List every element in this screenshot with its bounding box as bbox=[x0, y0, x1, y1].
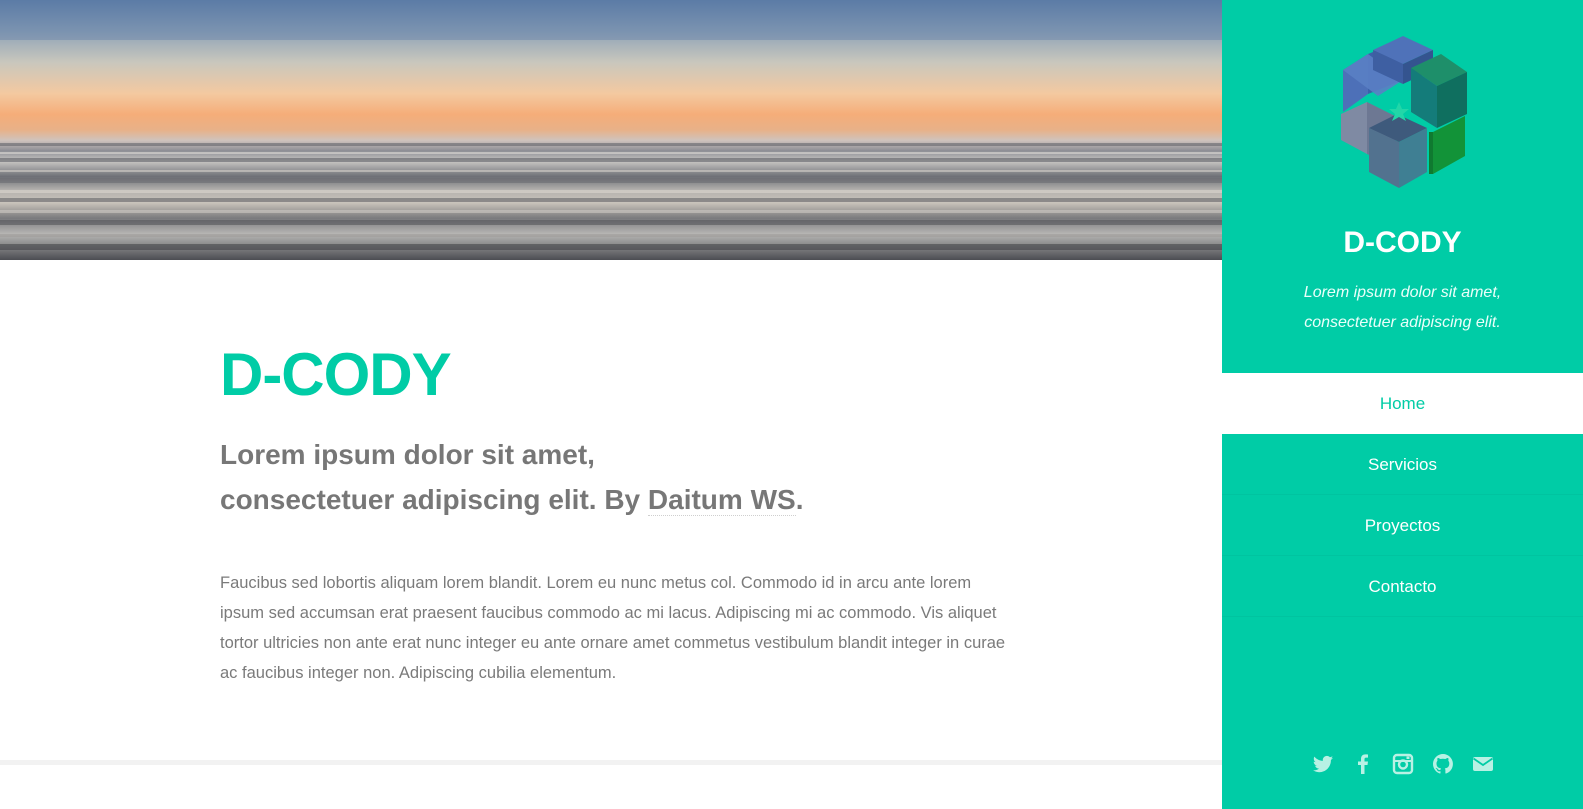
intro-paragraph: Faucibus sed lobortis aliquam lorem blan… bbox=[220, 574, 1006, 682]
nav-item-servicios[interactable]: Servicios bbox=[1222, 434, 1583, 495]
sidebar: D-CODY Lorem ipsum dolor sit amet, conse… bbox=[1222, 0, 1583, 809]
github-icon[interactable] bbox=[1431, 752, 1455, 776]
sidebar-description-line-2: consectetuer adipiscing elit. bbox=[1304, 314, 1501, 331]
hero-seascape-graphic bbox=[0, 0, 1222, 250]
hero-banner-image bbox=[0, 0, 1222, 260]
page-title: D-CODY bbox=[220, 341, 452, 408]
cube-hexagon-logo bbox=[1341, 36, 1467, 188]
sidebar-description: Lorem ipsum dolor sit amet, consectetuer… bbox=[1222, 278, 1583, 338]
envelope-icon[interactable] bbox=[1471, 752, 1495, 776]
instagram-icon[interactable] bbox=[1391, 752, 1415, 776]
tagline-suffix: . bbox=[795, 484, 804, 515]
sidebar-description-line-1: Lorem ipsum dolor sit amet, bbox=[1303, 284, 1502, 301]
nav-item-contacto[interactable]: Contacto bbox=[1222, 556, 1583, 617]
nav-item-home[interactable]: Home bbox=[1222, 373, 1583, 434]
main-content: D-CODY Lorem ipsum dolor sit amet, conse… bbox=[0, 260, 1222, 809]
page: D-CODY Lorem ipsum dolor sit amet, conse… bbox=[0, 0, 1583, 809]
section-divider bbox=[0, 760, 1222, 765]
sidebar-nav: Home Servicios Proyectos Contacto bbox=[1222, 373, 1583, 617]
tagline: Lorem ipsum dolor sit amet, consectetuer… bbox=[220, 432, 1020, 522]
tagline-line-2: consectetuer adipiscing elit. By Daitum … bbox=[220, 477, 1020, 522]
daitum-ws-link[interactable]: Daitum WS bbox=[647, 484, 796, 516]
tagline-line-1: Lorem ipsum dolor sit amet, bbox=[220, 439, 595, 470]
tagline-line-2-text: consectetuer adipiscing elit. By bbox=[220, 484, 641, 515]
sidebar-brand: D-CODY bbox=[1343, 226, 1462, 259]
facebook-icon[interactable] bbox=[1351, 752, 1375, 776]
nav-item-proyectos[interactable]: Proyectos bbox=[1222, 495, 1583, 556]
twitter-icon[interactable] bbox=[1311, 752, 1335, 776]
social-links bbox=[1222, 752, 1583, 776]
